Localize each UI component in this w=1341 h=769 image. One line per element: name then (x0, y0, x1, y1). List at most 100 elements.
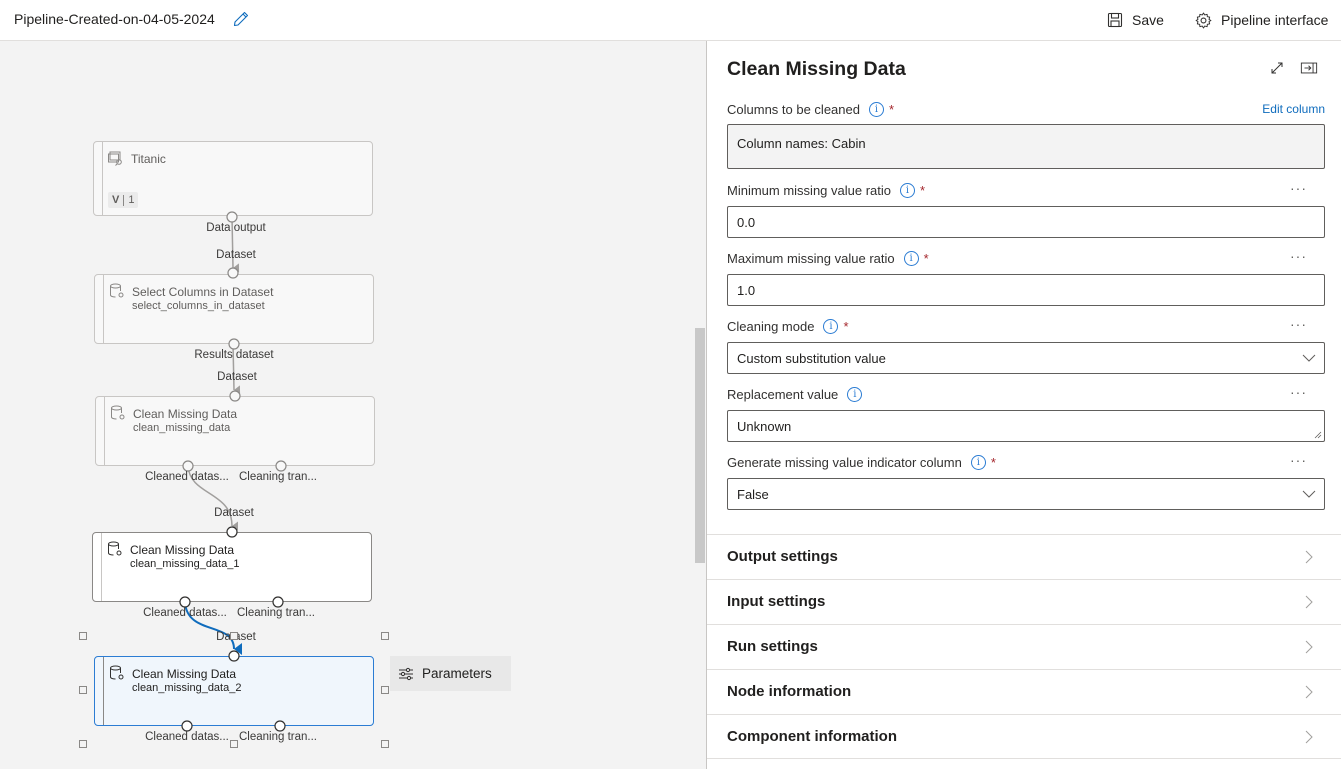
resize-handle[interactable] (79, 740, 87, 748)
edit-column-link[interactable]: Edit column (1262, 102, 1325, 116)
section-label: Input settings (727, 593, 826, 610)
chevron-right-icon (1305, 730, 1313, 744)
top-bar: Pipeline-Created-on-04-05-2024 Save Pipe… (0, 0, 1341, 41)
component-icon (110, 283, 124, 298)
more-options-icon[interactable]: ··· (1290, 452, 1307, 468)
port-label: Data output (206, 222, 266, 234)
section-node-information[interactable]: Node information (707, 669, 1341, 714)
field-value: Custom substitution value (737, 350, 886, 366)
label-text: Columns to be cleaned (727, 102, 860, 117)
info-icon[interactable]: i (868, 102, 884, 117)
node-subtitle: clean_missing_data_1 (130, 558, 240, 570)
resize-handle[interactable] (381, 740, 389, 748)
node-clean-missing-data[interactable]: Clean Missing Data clean_missing_data (95, 396, 375, 466)
parameters-button[interactable]: Parameters (390, 656, 511, 691)
version-badge: V 1 (108, 192, 139, 208)
port-label: Cleaned datas... (145, 471, 229, 483)
node-title: Select Columns in Dataset (132, 285, 274, 299)
more-options-icon[interactable]: ··· (1290, 180, 1307, 196)
section-label: Node information (727, 683, 852, 700)
resize-handle[interactable] (79, 632, 87, 640)
component-icon (108, 541, 122, 556)
section-run-settings[interactable]: Run settings (707, 624, 1341, 669)
label-text: Cleaning mode (727, 319, 815, 334)
info-icon[interactable]: i (970, 455, 986, 470)
node-bar (104, 397, 105, 465)
resize-handle[interactable] (381, 632, 389, 640)
version-label: V (112, 194, 120, 206)
port-label: Cleaned datas... (145, 731, 229, 743)
indicator-column-dropdown[interactable]: False (727, 478, 1325, 510)
component-icon (111, 405, 125, 420)
min-missing-ratio-input[interactable]: 0.0 (727, 206, 1325, 238)
pencil-edit-icon[interactable] (233, 11, 249, 27)
label-text: Generate missing value indicator column (727, 455, 962, 470)
parameters-label: Parameters (422, 666, 492, 681)
chevron-right-icon (1305, 640, 1313, 654)
required-marker: * (888, 102, 895, 117)
canvas-scrollbar[interactable] (695, 328, 705, 563)
max-missing-ratio-input[interactable]: 1.0 (727, 274, 1325, 306)
info-icon[interactable]: i (900, 183, 915, 198)
node-clean-missing-data-1[interactable]: Clean Missing Data clean_missing_data_1 (92, 532, 372, 602)
cleaning-mode-dropdown[interactable]: Custom substitution value (727, 342, 1325, 374)
field-label-max-ratio: Maximum missing value ratio i * (727, 251, 929, 266)
node-bar (102, 142, 103, 215)
chevron-down-icon (1302, 354, 1316, 362)
save-button[interactable]: Save (1107, 10, 1164, 30)
sliders-icon (399, 667, 413, 680)
node-subtitle: clean_missing_data (133, 422, 231, 434)
pipeline-canvas[interactable]: Titanic V 1 Select Columns in Dataset se… (0, 41, 706, 769)
info-icon[interactable]: i (903, 251, 919, 266)
label-text: Maximum missing value ratio (727, 251, 895, 266)
collapse-panel-icon[interactable] (1300, 59, 1318, 77)
node-subtitle: clean_missing_data_2 (132, 682, 242, 694)
node-clean-missing-data-2[interactable]: Clean Missing Data clean_missing_data_2 (94, 656, 374, 726)
more-options-icon[interactable]: ··· (1290, 316, 1307, 332)
resize-handle[interactable] (230, 632, 238, 640)
section-output-settings[interactable]: Output settings (707, 534, 1341, 579)
required-marker: * (923, 251, 929, 266)
node-bar (103, 657, 104, 725)
section-label: Output settings (727, 548, 838, 565)
section-input-settings[interactable]: Input settings (707, 579, 1341, 624)
resize-handle[interactable] (230, 740, 238, 748)
node-select-columns[interactable]: Select Columns in Dataset select_columns… (94, 274, 374, 344)
expand-icon[interactable] (1268, 59, 1286, 77)
resize-grip-icon[interactable] (1314, 431, 1322, 439)
node-titanic[interactable]: Titanic V 1 (93, 141, 373, 216)
field-label-columns: Columns to be cleaned i * (727, 102, 894, 117)
chevron-right-icon (1305, 685, 1313, 699)
save-label: Save (1132, 12, 1164, 28)
info-icon[interactable]: i (823, 319, 839, 334)
chevron-right-icon (1305, 550, 1313, 564)
port-label: Results dataset (194, 349, 274, 361)
more-options-icon[interactable]: ··· (1290, 248, 1307, 264)
port-label: Cleaning tran... (239, 471, 317, 483)
field-label-indicator-column: Generate missing value indicator column … (727, 455, 996, 470)
node-title: Clean Missing Data (130, 543, 235, 557)
more-options-icon[interactable]: ··· (1290, 384, 1307, 400)
port-label: Dataset (217, 371, 257, 383)
pipeline-interface-button[interactable]: Pipeline interface (1195, 10, 1328, 30)
version-number: 1 (128, 194, 135, 206)
field-value: 0.0 (737, 214, 756, 230)
columns-to-clean-field: Column names: Cabin (727, 124, 1325, 169)
field-label-replacement: Replacement value i (727, 387, 863, 402)
replacement-value-textarea[interactable]: Unknown (727, 410, 1325, 442)
resize-handle[interactable] (381, 686, 389, 694)
info-icon[interactable]: i (847, 387, 863, 402)
field-value: False (737, 486, 769, 502)
port-label: Cleaning tran... (237, 607, 315, 619)
resize-handle[interactable] (79, 686, 87, 694)
field-value: 1.0 (737, 282, 756, 298)
component-icon (110, 665, 124, 680)
required-marker: * (843, 319, 849, 334)
port-label: Dataset (216, 249, 256, 261)
node-title: Clean Missing Data (132, 667, 237, 681)
node-title: Titanic (131, 152, 166, 166)
required-marker: * (990, 455, 996, 470)
section-component-information[interactable]: Component information (707, 714, 1341, 759)
dataset-icon (108, 151, 122, 166)
section-label: Component information (727, 728, 897, 745)
